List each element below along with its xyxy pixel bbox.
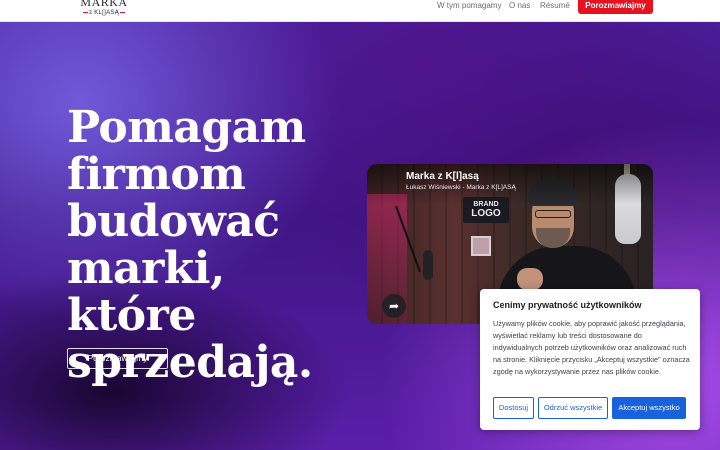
sign-line-2: LOGO (471, 208, 501, 219)
cookie-banner-text: Używamy plików cookie, aby poprawić jako… (493, 319, 690, 376)
presenter-hand (517, 268, 543, 290)
headline-line: marki, które (67, 243, 225, 341)
share-icon: ➦ (388, 299, 400, 313)
presenter-glasses (535, 210, 571, 218)
customize-cookies-button[interactable]: Dostosuj (493, 397, 534, 419)
top-navigation-bar: MARKA z KL[]ASĄ W tym pomagamy O nas Rés… (0, 0, 720, 22)
hero-contact-button[interactable]: Porozmawiajmy (67, 348, 168, 369)
nav-link-services[interactable]: W tym pomagamy (437, 1, 501, 10)
headline-line: Pomagam (67, 102, 306, 153)
hero-headline: Pomagam firmom budować marki, które sprz… (67, 104, 367, 386)
cookie-banner-title: Cenimy prywatność użytkowników (493, 300, 642, 310)
video-title[interactable]: Marka z K[l]asą (406, 171, 479, 182)
headline-line: budować (67, 196, 280, 247)
microphone (423, 250, 433, 280)
main-nav: W tym pomagamy O nas Résumé Porozmawiajm… (0, 0, 720, 22)
cookie-consent-banner: Cenimy prywatność użytkowników Używamy p… (480, 289, 700, 430)
video-subtitle: Łukasz Wiśniewski - Marka z K[L]ASĄ (406, 184, 516, 191)
nav-link-about[interactable]: O nas (509, 1, 530, 10)
wall-poster (471, 236, 491, 256)
nav-link-resume[interactable]: Résumé (540, 1, 570, 10)
nav-contact-button[interactable]: Porozmawiajmy (578, 0, 653, 14)
headline-line: firmom (67, 149, 246, 200)
reject-all-cookies-button[interactable]: Odrzuć wszystkie (538, 397, 608, 419)
share-button[interactable]: ➦ (382, 294, 406, 318)
accept-all-cookies-button[interactable]: Akceptuj wszystko (612, 397, 686, 419)
